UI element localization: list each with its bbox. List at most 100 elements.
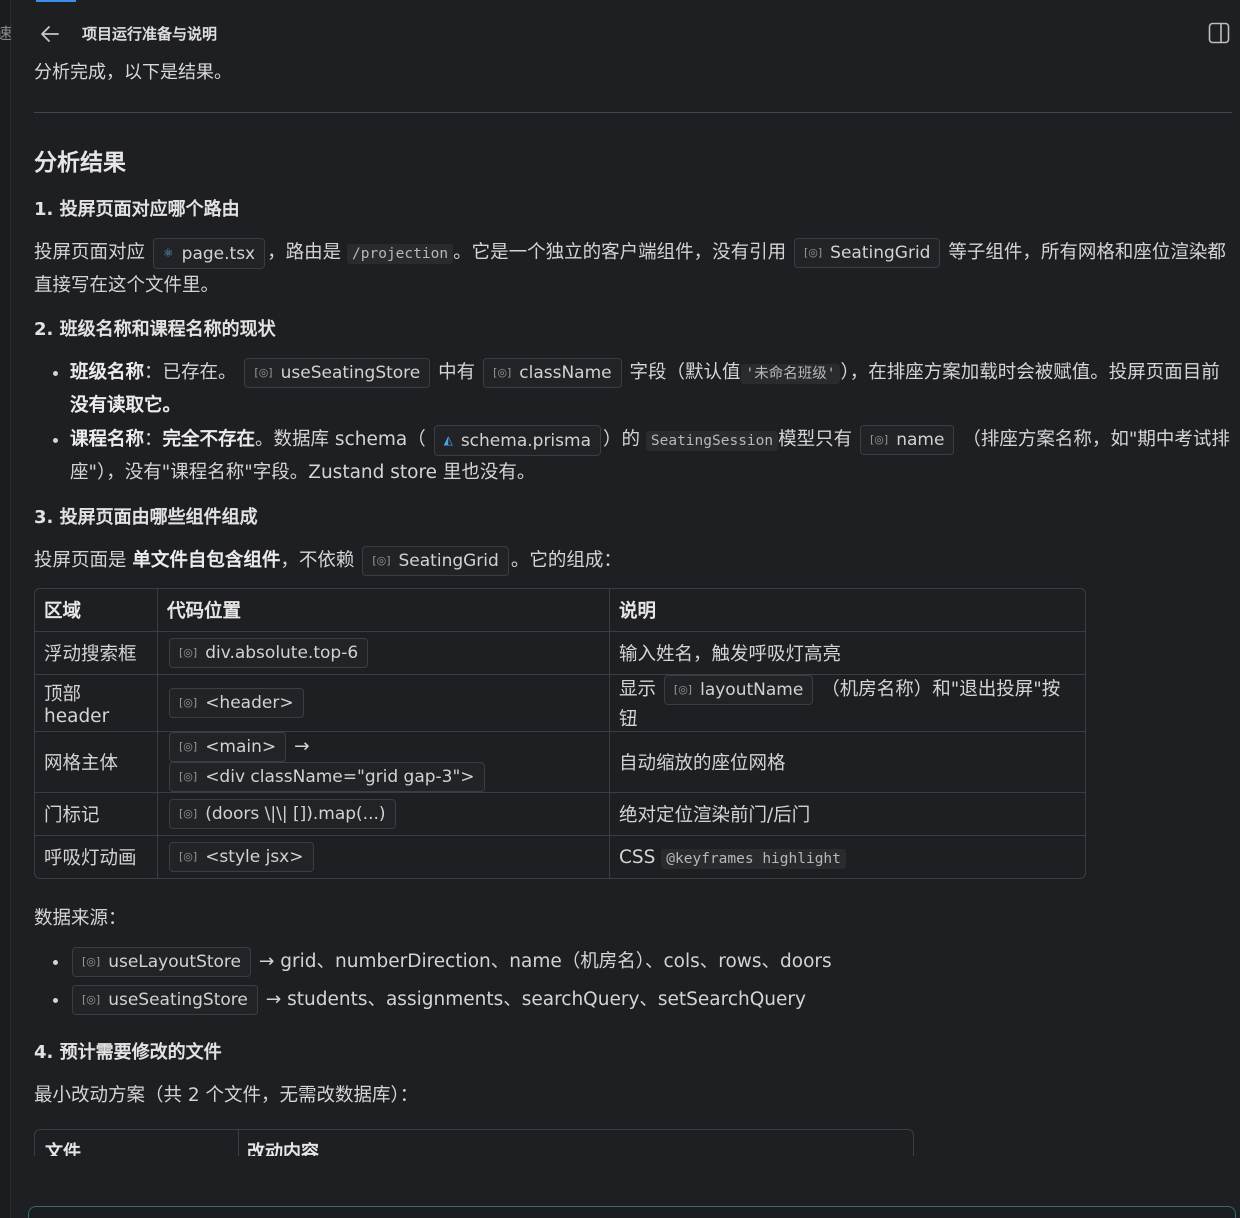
text: 投屏页面是 xyxy=(34,550,127,571)
code-chip[interactable]: [◎] <div className="grid gap-3"> xyxy=(169,762,485,792)
components-table: 区域 代码位置 说明 浮动搜索框 [◎] div.absolute.top-6 输… xyxy=(34,588,1086,879)
text: 投屏页面对应 xyxy=(34,242,146,263)
q1-heading: 1. 投屏页面对应哪个路由 xyxy=(34,199,240,220)
list-item: [◎] useSeatingStore → students、assignment… xyxy=(70,982,1232,1018)
cell-code: [◎] div.absolute.top-6 xyxy=(158,632,610,675)
arrow: → xyxy=(294,736,310,757)
cell-code: [◎] (doors \|\| []).map(...) xyxy=(158,793,610,836)
text: ），在排座方案加载时会被赋值。投屏页面目前 xyxy=(840,362,1220,383)
text: 。它的组成： xyxy=(510,550,622,571)
symbol-chip-useseatingstore[interactable]: [◎] useSeatingStore xyxy=(72,985,258,1015)
text: → grid、numberDirection、name（机房名）、cols、ro… xyxy=(258,951,832,972)
symbol-chip-useseatingstore[interactable]: [◎] useSeatingStore xyxy=(244,358,431,388)
cell-area: 顶部 header xyxy=(35,675,158,732)
chip-label: className xyxy=(519,363,612,383)
text: 显示 xyxy=(619,679,657,700)
symbol-chip-seatinggrid[interactable]: [◎] SeatingGrid xyxy=(362,546,509,576)
cell-desc: 输入姓名，触发呼吸灯高亮 xyxy=(610,632,1085,675)
chip-label: <main> xyxy=(205,737,277,757)
code-chip[interactable]: [◎] <style jsx> xyxy=(169,842,314,872)
sources-list: [◎] useLayoutStore → grid、numberDirection… xyxy=(34,944,1232,1018)
bold-text: 完全不存在 xyxy=(162,429,256,450)
list-item: [◎] useLayoutStore → grid、numberDirection… xyxy=(70,944,1232,980)
symbol-chip-seatinggrid[interactable]: [◎] SeatingGrid xyxy=(793,238,941,268)
q2-list: 班级名称：已存在。 [◎] useSeatingStore 中有 [◎] class… xyxy=(34,357,1232,489)
message-content: 分析完成，以下是结果。 分析结果 1. 投屏页面对应哪个路由 投屏页面对应 ⚛ p… xyxy=(34,58,1232,1194)
text: ，路由是 xyxy=(267,242,342,263)
section-title: 分析结果 xyxy=(34,150,126,176)
text: ：已存在。 xyxy=(144,362,237,383)
file-chip-schema-prisma[interactable]: ◭ schema.prisma xyxy=(433,424,601,456)
symbol-icon: [◎] xyxy=(254,366,273,379)
panel-toggle-icon xyxy=(1208,22,1230,44)
column-header: 代码位置 xyxy=(158,589,610,632)
code-chip[interactable]: [◎] <header> xyxy=(169,688,304,718)
q3-heading: 3. 投屏页面由哪些组件组成 xyxy=(34,507,258,528)
code-chip[interactable]: [◎] <main> xyxy=(169,732,287,762)
cell-desc: 绝对定位渲染前门/后门 xyxy=(610,793,1085,836)
column-header: 改动内容 xyxy=(247,1142,319,1156)
bold-text: 单文件自包含组件 xyxy=(132,550,281,571)
symbol-icon: [◎] xyxy=(179,646,198,659)
chip-label: SeatingGrid xyxy=(398,551,499,571)
q2-heading: 2. 班级名称和课程名称的现状 xyxy=(34,319,276,340)
cell-desc: CSS @keyframes highlight xyxy=(610,836,1085,878)
column-divider xyxy=(238,1130,239,1156)
symbol-chip-name[interactable]: [◎] name xyxy=(860,425,955,455)
list-item: 课程名称：完全不存在。数据库 schema（ ◭schema.prisma）的 … xyxy=(70,424,1232,489)
cell-area: 网格主体 xyxy=(35,732,158,793)
sources-label: 数据来源： xyxy=(34,908,127,929)
symbol-icon: [◎] xyxy=(179,696,198,709)
symbol-icon: [◎] xyxy=(179,850,198,863)
model-code: SeatingSession xyxy=(645,431,779,451)
symbol-icon: [◎] xyxy=(372,554,391,567)
chip-label: useSeatingStore xyxy=(108,990,248,1010)
chip-label: (doors \|\| []).map(...) xyxy=(205,804,386,824)
text: → students、assignments、searchQuery、setSe… xyxy=(265,989,806,1010)
code-chip[interactable]: [◎] (doors \|\| []).map(...) xyxy=(169,799,396,829)
table-row: 顶部 header [◎] <header> 显示 [◎] layoutName （… xyxy=(35,675,1085,732)
back-button[interactable] xyxy=(38,22,62,46)
symbol-chip-uselayoutstore[interactable]: [◎] useLayoutStore xyxy=(72,947,251,977)
symbol-icon: [◎] xyxy=(673,683,693,696)
chip-label: useSeatingStore xyxy=(280,363,421,383)
cell-area: 呼吸灯动画 xyxy=(35,836,158,878)
text: ： xyxy=(144,429,163,450)
text: 中有 xyxy=(438,362,476,383)
left-gutter: 速 xyxy=(0,0,12,1218)
text: CSS xyxy=(619,846,656,868)
cell-area: 浮动搜索框 xyxy=(35,632,158,675)
arrow-left-icon xyxy=(41,26,59,42)
files-table: 文件 改动内容 xyxy=(34,1129,914,1156)
bold-label: 课程名称 xyxy=(70,429,145,450)
symbol-chip-classname[interactable]: [◎] className xyxy=(483,358,622,388)
text: ，不依赖 xyxy=(280,550,355,571)
chip-label: <div className="grid gap-3"> xyxy=(205,767,475,787)
symbol-icon: [◎] xyxy=(493,366,512,379)
route-code: /projection xyxy=(347,244,454,264)
cell-area: 门标记 xyxy=(35,793,158,836)
symbol-icon: [◎] xyxy=(179,807,198,820)
table-header-row: 区域 代码位置 说明 xyxy=(35,589,1085,632)
cell-code: [◎] <style jsx> xyxy=(158,836,610,878)
text: 模型只有 xyxy=(778,429,853,450)
panel-toggle-button[interactable] xyxy=(1208,22,1230,44)
table-row: 浮动搜索框 [◎] div.absolute.top-6 输入姓名，触发呼吸灯高亮 xyxy=(35,632,1085,675)
divider xyxy=(34,112,1232,113)
cell-code: [◎] <header> xyxy=(158,675,610,732)
q4-heading: 4. 预计需要修改的文件 xyxy=(34,1042,222,1063)
symbol-icon: [◎] xyxy=(803,246,823,259)
chip-label: page.tsx xyxy=(181,243,256,264)
chip-label: SeatingGrid xyxy=(830,243,931,263)
code-chip[interactable]: [◎] div.absolute.top-6 xyxy=(169,638,369,668)
file-chip-page-tsx[interactable]: ⚛ page.tsx xyxy=(152,237,266,269)
symbol-icon: [◎] xyxy=(82,955,101,968)
symbol-icon: [◎] xyxy=(870,433,889,446)
chat-input-box[interactable] xyxy=(28,1206,1236,1218)
react-icon: ⚛ xyxy=(162,245,174,260)
q1-paragraph: 投屏页面对应 ⚛ page.tsx ，路由是 /projection 。它是一个独立的… xyxy=(34,237,1232,301)
chip-label: schema.prisma xyxy=(460,430,591,451)
default-value-code: '未命名班级' xyxy=(740,364,841,384)
code-chip[interactable]: [◎] layoutName xyxy=(663,675,814,705)
active-tab-indicator xyxy=(36,0,76,2)
